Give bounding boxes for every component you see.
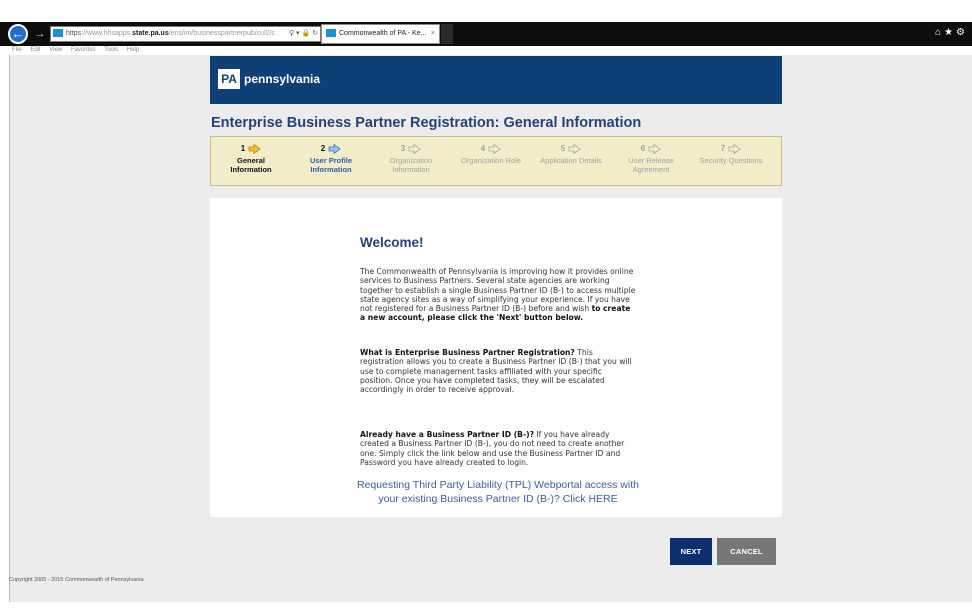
browser-tab[interactable]: Commonwealth of PA - Ke... × [321,24,440,44]
step-pending-arrow-icon [488,143,501,154]
site-header: PA pennsylvania [210,56,782,104]
what-is-question: What is Enterprise Business Partner Regi… [360,348,575,357]
copyright-footer: Copyright 2005 - 2015 Commonwealth of Pe… [9,577,144,583]
tab-title: Commonwealth of PA - Ke... [339,30,427,37]
tab-favicon-icon [326,29,336,38]
step-security-questions: 7 Security Questions [695,143,767,165]
page-divider [9,55,10,602]
step-number: 5 [560,144,566,153]
step-user-profile: 2 User Profile Information [295,143,367,174]
address-tools-icon[interactable]: ⚲ ▾ 🔒 ↻ [289,27,318,41]
intro-paragraph: The Commonwealth of Pennsylvania is impr… [360,267,636,323]
menu-favorites[interactable]: Favorites [71,47,96,53]
address-host-prefix: ://www.hhsapps. [81,30,133,37]
menu-help[interactable]: Help [127,47,139,53]
address-protocol: https [66,30,82,37]
already-have-question: Already have a Business Partner ID (B-)? [360,430,534,439]
step-label: User Profile [309,156,353,165]
step-label: Information [230,165,272,174]
step-number: 7 [720,144,726,153]
welcome-card: Welcome! The Commonwealth of Pennsylvani… [210,198,782,517]
step-label: Security Questions [699,156,763,165]
pa-logo-text: pennsylvania [244,72,321,86]
step-current-arrow-icon [248,143,261,154]
forward-arrow-icon[interactable]: → [33,26,47,42]
address-path: /ens/im/businesspartnerpub/cul2/c [168,30,275,37]
step-general-information: 1 General Information [215,143,287,174]
address-bar[interactable]: https://www.hhsapps.state.pa.us/ens/im/b… [50,26,321,42]
address-host: state.pa.us [132,30,169,37]
step-number: 2 [320,144,326,153]
cancel-button[interactable]: CANCEL [717,538,776,565]
step-label: User Release [628,156,674,165]
next-button[interactable]: NEXT [670,538,712,565]
step-pending-arrow-icon [728,143,741,154]
tpl-access-link[interactable]: Requesting Third Party Liability (TPL) W… [348,478,648,506]
step-number: 6 [640,144,646,153]
step-pending-arrow-icon [408,143,421,154]
step-label: Organization Role [460,156,522,165]
step-label: Application Details [540,156,602,165]
step-user-release-agreement: 6 User Release Agreement [615,143,687,174]
pa-logo-icon: PA [218,69,240,89]
tab-close-icon[interactable]: × [431,25,435,43]
step-label: Information [310,165,352,174]
step-organization-information: 3 Organization Information [375,143,447,174]
site-favicon-icon [53,29,63,38]
step-label: Information [392,165,430,174]
menu-file[interactable]: File [12,47,22,53]
menu-edit[interactable]: Edit [30,47,40,53]
new-tab-button[interactable] [441,24,453,44]
step-pending-arrow-icon [568,143,581,154]
step-organization-role: 4 Organization Role [455,143,527,165]
step-number: 4 [480,144,486,153]
home-favorites-settings-icons[interactable]: ⌂★⚙ [935,27,968,38]
step-pending-arrow-icon [648,143,661,154]
step-label: Agreement [632,165,670,174]
step-number: 1 [240,144,246,153]
already-have-paragraph: Already have a Business Partner ID (B-)?… [360,430,636,467]
back-arrow-icon[interactable]: ← [8,24,28,44]
menu-view[interactable]: View [49,47,62,53]
welcome-heading: Welcome! [360,235,424,250]
step-number: 3 [400,144,406,153]
page-title: Enterprise Business Partner Registration… [211,115,642,131]
step-label: General [237,156,265,165]
step-application-details: 5 Application Details [535,143,607,165]
menu-tools[interactable]: Tools [104,47,118,53]
step-done-arrow-icon [328,143,341,154]
registration-steps: 1 General Information 2 User Profile Inf… [210,136,782,186]
what-is-paragraph: What is Enterprise Business Partner Regi… [360,348,636,394]
menu-bar: File Edit View Favorites Tools Help [0,46,972,55]
step-label: Organization [389,156,433,165]
